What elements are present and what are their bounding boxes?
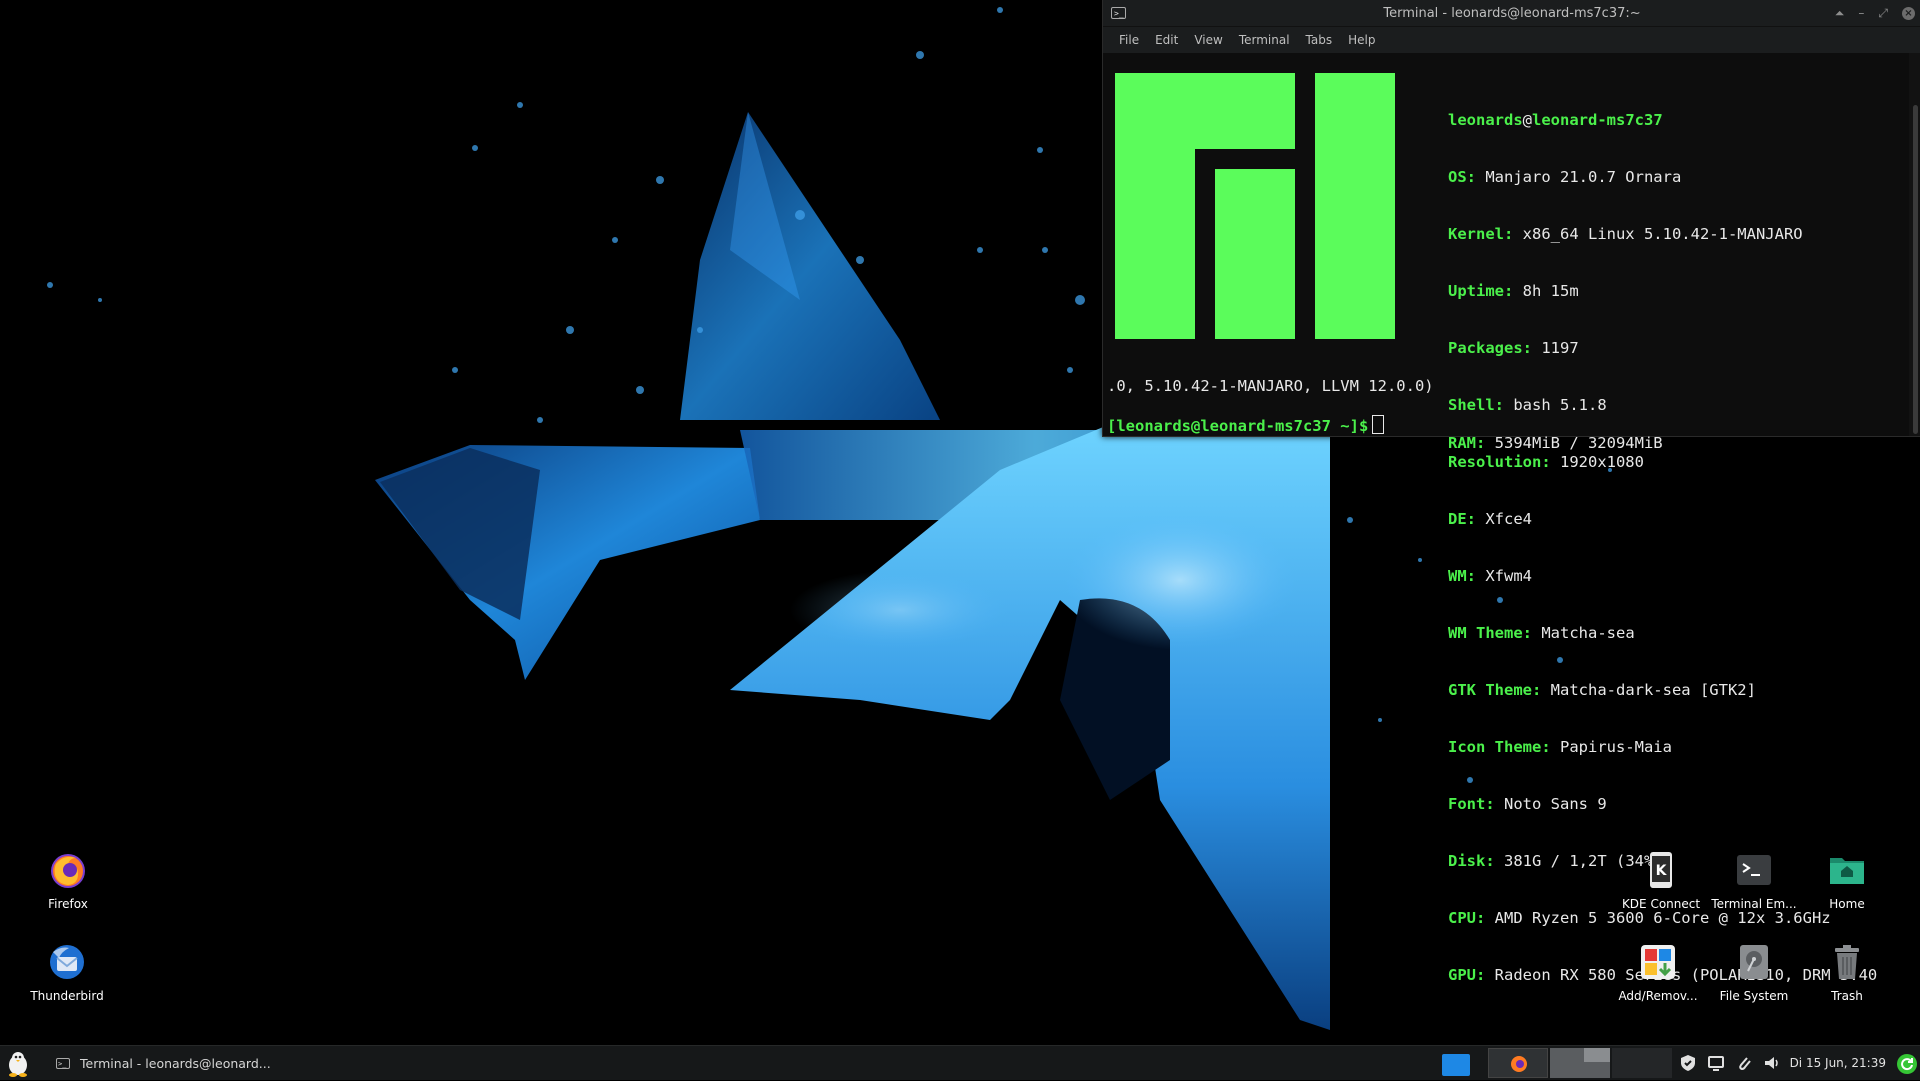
bottom-panel: >_ Terminal - leonards@leonard... Di 15 … xyxy=(0,1045,1920,1080)
firefox-icon xyxy=(1510,1056,1527,1072)
desktop-icon-terminal-emulator[interactable]: Terminal Em... xyxy=(1710,850,1798,911)
display-icon[interactable] xyxy=(1706,1053,1726,1073)
clock[interactable]: Di 15 Jun, 21:39 xyxy=(1790,1056,1886,1070)
desktop-icon-add-remove[interactable]: Add/Remov... xyxy=(1614,942,1702,1003)
tux-icon xyxy=(9,1052,27,1077)
volume-icon[interactable] xyxy=(1762,1053,1782,1073)
scrollbar-thumb[interactable] xyxy=(1913,105,1918,434)
firefox-icon xyxy=(48,850,88,890)
desktop-icon-label: Thunderbird xyxy=(30,989,104,1003)
clip-icon[interactable] xyxy=(1734,1053,1754,1073)
terminal-output[interactable]: leonards@leonard-ms7c37 OS: Manjaro 21.0… xyxy=(1103,53,1909,984)
info-row: Icon Theme: Papirus-Maia xyxy=(1448,738,1672,756)
desktop-icon-label: Firefox xyxy=(48,897,88,911)
workspace-switcher xyxy=(1426,1046,1674,1080)
update-icon[interactable] xyxy=(1896,1053,1917,1074)
desktop-icon-label: KDE Connect xyxy=(1621,897,1701,911)
minimize-button[interactable]: – xyxy=(1858,6,1864,20)
desktop-icon-trash[interactable]: Trash xyxy=(1803,942,1891,1003)
terminal-task-icon: >_ xyxy=(56,1057,70,1069)
terminal-app-icon[interactable]: >_ xyxy=(1111,7,1126,19)
info-row: OS: Manjaro 21.0.7 Ornara xyxy=(1448,168,1682,186)
info-row: CPU: AMD Ryzen 5 3600 6-Core @ 12x 3.6GH… xyxy=(1448,909,1831,927)
desktop-icon-file-system[interactable]: File System xyxy=(1710,942,1798,1003)
desktop-icon-firefox[interactable]: Firefox xyxy=(24,850,112,911)
shield-icon[interactable] xyxy=(1678,1053,1698,1073)
desktop-icon-label: Terminal Em... xyxy=(1711,897,1797,911)
info-row: Kernel: x86_64 Linux 5.10.42-1-MANJARO xyxy=(1448,225,1803,243)
window-controls: ⏶ – ⤢ × xyxy=(1835,0,1915,26)
terminal-icon xyxy=(1734,850,1774,890)
kde-connect-icon: K xyxy=(1641,850,1681,890)
system-tray-area: Di 15 Jun, 21:39 xyxy=(1426,1046,1920,1080)
home-folder-icon xyxy=(1827,850,1867,890)
maximize-button[interactable]: ⤢ xyxy=(1878,6,1888,21)
workspace-window-preview xyxy=(1583,1048,1610,1062)
desktop-icon-home[interactable]: Home xyxy=(1803,850,1891,911)
header-user: leonards xyxy=(1448,111,1523,129)
info-row: WM Theme: Matcha-sea xyxy=(1448,624,1635,642)
whisker-menu-button[interactable] xyxy=(4,1049,32,1077)
info-row: GTK Theme: Matcha-dark-sea [GTK2] xyxy=(1448,681,1756,699)
desktop-icon-kde-connect[interactable]: K KDE Connect xyxy=(1617,850,1705,911)
desktop-icon-thunderbird[interactable]: Thunderbird xyxy=(23,942,111,1003)
info-row: Packages: 1197 xyxy=(1448,339,1579,357)
trash-icon xyxy=(1827,942,1867,982)
shell-prompt[interactable]: [leonards@leonard-ms7c37 ~]$ xyxy=(1107,415,1385,436)
info-row: Uptime: 8h 15m xyxy=(1448,282,1579,300)
taskbar-label: Terminal - leonards@leonard... xyxy=(80,1055,271,1071)
menu-terminal[interactable]: Terminal xyxy=(1231,33,1298,47)
workspace-window-preview xyxy=(1441,1054,1470,1076)
desktop-icon-label: Add/Remov... xyxy=(1618,989,1698,1003)
close-button[interactable]: × xyxy=(1902,6,1915,20)
menu-view[interactable]: View xyxy=(1186,33,1230,47)
menu-file[interactable]: File xyxy=(1111,33,1147,47)
text-cursor xyxy=(1372,415,1385,434)
terminal-scrollbar[interactable] xyxy=(1909,53,1920,436)
thunderbird-icon xyxy=(47,942,87,982)
desktop-icon-label: Trash xyxy=(1831,989,1863,1003)
workspace-4[interactable] xyxy=(1611,1048,1672,1078)
workspace-2[interactable] xyxy=(1487,1048,1548,1078)
menu-edit[interactable]: Edit xyxy=(1147,33,1186,47)
workspace-3[interactable] xyxy=(1549,1048,1610,1078)
gpu-wrap-line: .0, 5.10.42-1-MANJARO, LLVM 12.0.0) xyxy=(1107,377,1434,395)
svg-text:K: K xyxy=(1656,863,1668,879)
terminal-window[interactable]: >_ Terminal - leonards@leonard-ms7c37:~ … xyxy=(1102,0,1920,984)
info-row: Font: Noto Sans 9 xyxy=(1448,795,1607,813)
menu-tabs[interactable]: Tabs xyxy=(1298,33,1341,47)
hard-drive-icon xyxy=(1734,942,1774,982)
header-at: @ xyxy=(1522,111,1532,129)
desktop-icon-label: Home xyxy=(1829,897,1865,911)
info-row: DE: Xfce4 xyxy=(1448,510,1532,528)
menu-help[interactable]: Help xyxy=(1340,33,1383,47)
header-host: leonard-ms7c37 xyxy=(1532,111,1663,129)
shade-icon[interactable]: ⏶ xyxy=(1835,6,1845,21)
taskbar-button-terminal[interactable]: >_ Terminal - leonards@leonard... xyxy=(48,1048,279,1078)
desktop-icon-label: File System xyxy=(1719,989,1789,1003)
add-remove-software-icon xyxy=(1638,942,1678,982)
workspace-1[interactable] xyxy=(1426,1048,1486,1078)
info-row: WM: Xfwm4 xyxy=(1448,567,1532,585)
window-title: Terminal - leonards@leonard-ms7c37:~ xyxy=(1383,5,1641,21)
ram-row: RAM: 5394MiB / 32094MiB xyxy=(1448,434,1663,452)
manjaro-ascii-logo xyxy=(1115,73,1395,339)
terminal-menubar: File Edit View Terminal Tabs Help xyxy=(1103,27,1920,53)
terminal-titlebar[interactable]: >_ Terminal - leonards@leonard-ms7c37:~ … xyxy=(1103,0,1920,27)
